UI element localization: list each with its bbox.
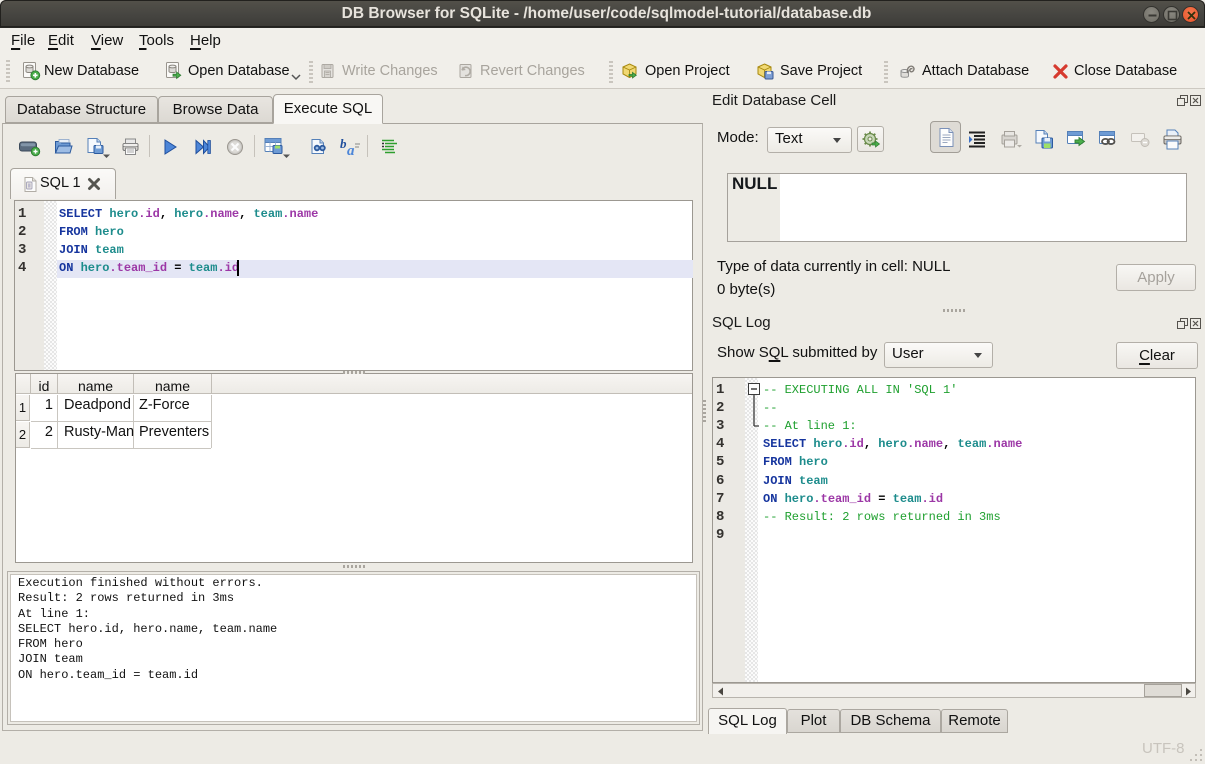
svg-text:b: b	[340, 136, 347, 151]
svg-text:a: a	[347, 143, 355, 158]
